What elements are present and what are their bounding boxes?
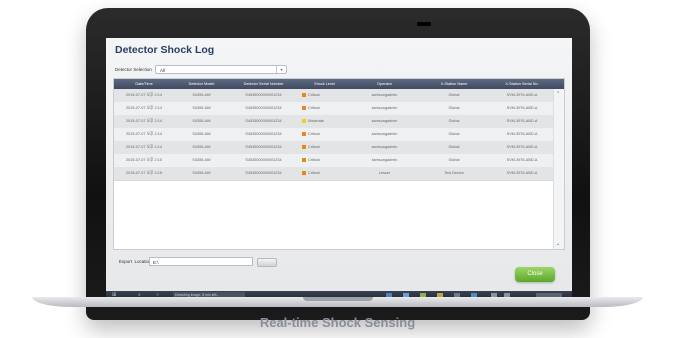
shock-level-indicator-icon (302, 132, 306, 136)
column-header[interactable]: Detector Serial Number (229, 79, 298, 89)
table-cell: S4535000000001234 (245, 145, 282, 149)
table-cell: SVM-3976-ABD-A (506, 171, 538, 175)
table-cell: S4535000000001234 (245, 119, 282, 123)
table-cell: S4355-AW (192, 119, 211, 123)
table-cell: Moderate (298, 115, 355, 128)
table-cell: S4535000000001234 (245, 132, 282, 136)
column-header[interactable]: Date/Time (114, 79, 174, 89)
table-cell: 2015-07-07 오후 2:14 (126, 106, 162, 110)
shock-level-text: Critical (308, 93, 320, 97)
table-cell: SVM-3976-ABD-A (506, 145, 538, 149)
export-label: Export Location (119, 259, 152, 264)
table-row[interactable]: 2015-07-07 오후 2:14 S4355-AW S4535000000001… (114, 115, 554, 129)
table-cell: Global (448, 145, 460, 149)
table-cell: 2015-07-07 오후 2:14 (126, 119, 162, 123)
table-cell: Test Device (444, 171, 464, 175)
table-cell: samsungadmin (371, 119, 398, 123)
table-cell: S4355-AW (192, 93, 211, 97)
detector-selection-label: Detector Selection (115, 67, 152, 72)
shock-level-indicator-icon (302, 93, 306, 97)
webcam (417, 22, 431, 26)
scroll-down-icon[interactable]: ⌄ (556, 241, 560, 247)
table-cell: S4355-AW (192, 132, 211, 136)
table-row[interactable]: 2015-07-07 오후 2:14 S4355-AW S4535000000001… (114, 141, 554, 155)
column-header[interactable]: X-Station Serial No. (490, 79, 554, 89)
export-location-value: E:\ (153, 259, 159, 265)
shock-level-indicator-icon (302, 171, 306, 175)
shock-log-window: Detector Shock Log Detector Selection Al… (106, 38, 572, 291)
table-row[interactable]: 2015-07-07 오후 2:15 S4355-AW S4535000000001… (114, 154, 554, 168)
column-header[interactable]: Detector Model (174, 79, 229, 89)
chevron-down-icon[interactable]: ▾ (276, 66, 286, 73)
table-cell: S4355-AW (192, 106, 211, 110)
window-title: Detector Shock Log (115, 44, 215, 56)
table-row[interactable]: 2015-07-07 오후 2:14 S4355-AW S4535000000001… (114, 102, 554, 116)
table-cell: Critical (298, 128, 355, 141)
table-cell: Global (448, 158, 460, 162)
shock-level-indicator-icon (302, 106, 306, 110)
table-cell: samsungadmin (371, 93, 398, 97)
caption: Real-time Shock Sensing (259, 315, 416, 330)
shock-level-indicator-icon (302, 158, 306, 162)
detector-selection-value: All (160, 67, 166, 73)
shock-log-table: Date/Time Detector Model Detector Serial N… (113, 78, 565, 250)
detector-selection-dropdown[interactable]: All ▾ (155, 65, 287, 74)
shock-level-text: Critical (308, 171, 320, 175)
shock-level-text: Critical (308, 132, 320, 136)
export-text: Export (119, 259, 133, 264)
shock-level-text: Moderate (308, 119, 325, 123)
table-cell: 2015-07-07 오후 2:14 (126, 132, 162, 136)
table-cell: Global (448, 106, 460, 110)
table-cell: S4355-AW (192, 158, 211, 162)
table-cell: 2015-07-07 오후 2:14 (126, 145, 162, 149)
table-cell: samsungadmin (371, 145, 398, 149)
table-cell: Critical (298, 89, 355, 102)
table-cell: 2015-07-07 오후 2:14 (126, 93, 162, 97)
table-cell: S4355-AW (192, 171, 211, 175)
column-header[interactable]: Shock Level (298, 79, 351, 89)
table-row[interactable]: 2015-07-07 오후 2:14 S4355-AW S4535000000001… (114, 89, 554, 103)
table-cell: S4535000000001234 (245, 158, 282, 162)
table-cell: S4535000000001234 (245, 106, 282, 110)
shock-level-text: Critical (308, 145, 320, 149)
table-header: Date/Time Detector Model Detector Serial N… (114, 79, 564, 89)
table-cell: S4355-AW (192, 145, 211, 149)
table-cell: samsungadmin (371, 158, 398, 162)
table-row[interactable]: 2015-07-07 오후 2:14 S4355-AW S4535000000001… (114, 128, 554, 142)
export-browse-button[interactable] (257, 258, 277, 267)
shock-level-text: Critical (308, 158, 320, 162)
table-cell: SVM-3976-ABD-A (506, 158, 538, 162)
table-cell: Global (448, 132, 460, 136)
shock-level-text: Critical (308, 106, 320, 110)
table-cell: S4535000000001234 (245, 171, 282, 175)
laptop-base-notch (303, 297, 373, 301)
table-cell: samsungadmin (371, 106, 398, 110)
table-cell: 2015-07-07 오후 2:15 (126, 158, 162, 162)
table-cell: S4535000000001234 (245, 93, 282, 97)
column-header[interactable]: X-Station Name (418, 79, 490, 89)
export-location-input[interactable]: E:\ (149, 257, 253, 266)
table-cell: samsungadmin (371, 132, 398, 136)
table-cell: Critical (298, 154, 355, 167)
table-cell: Critical (298, 167, 355, 180)
table-cell: Global (448, 119, 460, 123)
table-row[interactable]: 2015-07-07 오후 2:15 S4355-AW S4535000000001… (114, 167, 554, 181)
table-cell: SVM-3976-ABD-A (506, 106, 538, 110)
table-cell: Lesser (378, 171, 391, 175)
table-cell: Critical (298, 141, 355, 154)
close-button[interactable]: Close (515, 267, 555, 282)
table-scrollbar[interactable]: ⌃ ⌄ (553, 89, 564, 249)
table-cell: SVM-3976-ABD-A (506, 93, 538, 97)
shock-level-indicator-icon (302, 119, 306, 123)
scroll-up-icon[interactable]: ⌃ (556, 91, 560, 97)
shock-level-indicator-icon (302, 145, 306, 149)
table-cell: 2015-07-07 오후 2:15 (126, 171, 162, 175)
column-header[interactable]: Operator (351, 79, 418, 89)
table-cell: SVM-3976-ABD-A (506, 119, 538, 123)
laptop-screen: Detector Shock Log Detector Selection Al… (106, 38, 572, 300)
table-cell: Global (448, 93, 460, 97)
table-cell: Critical (298, 102, 355, 115)
table-cell: SVM-3976-ABD-A (506, 132, 538, 136)
